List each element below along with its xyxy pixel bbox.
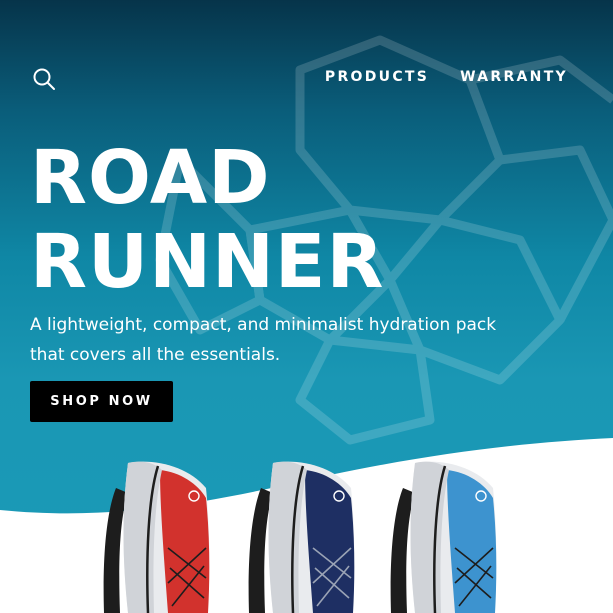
backpack-blue-icon: [390, 461, 497, 613]
nav-link-warranty[interactable]: WARRANTY: [460, 69, 568, 85]
nav-link-products[interactable]: PRODUCTS: [325, 69, 429, 85]
shop-now-button[interactable]: SHOP NOW: [30, 381, 173, 422]
main-nav: PRODUCTS WARRANTY: [325, 69, 568, 85]
backpack-navy-icon: [248, 461, 355, 613]
product-blue-backpack[interactable]: [385, 458, 505, 613]
page-title: ROAD RUNNER: [30, 136, 384, 304]
backpack-red-icon: [103, 461, 210, 613]
hero-subtitle: A lightweight, compact, and minimalist h…: [30, 315, 497, 365]
product-red-backpack[interactable]: [98, 458, 218, 613]
title-line-1: ROAD: [30, 135, 271, 221]
hero-banner: PRODUCTS WARRANTY ROAD RUNNER A lightwei…: [0, 0, 613, 613]
title-line-2: RUNNER: [30, 219, 385, 305]
search-icon[interactable]: [32, 67, 56, 91]
product-navy-backpack[interactable]: [243, 458, 363, 613]
